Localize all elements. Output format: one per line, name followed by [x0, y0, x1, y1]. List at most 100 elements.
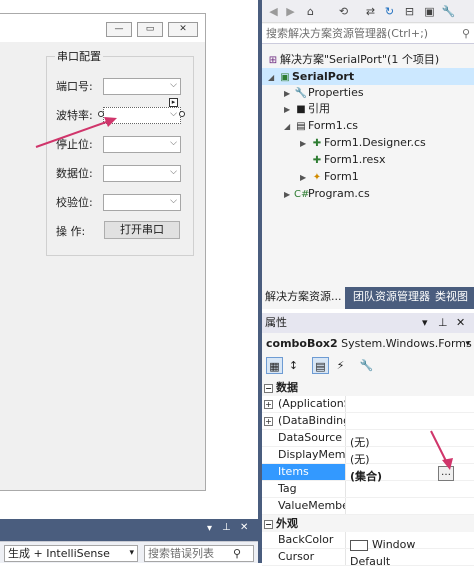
- solution-tabs: 解决方案资源... 团队资源管理器 类视图: [262, 287, 474, 309]
- properties-view-icon[interactable]: ▤: [312, 357, 329, 374]
- tree-item-label: Form1.cs: [308, 119, 358, 132]
- object-selector[interactable]: comboBox2 System.Windows.Forms ▾: [262, 334, 474, 354]
- categorized-icon[interactable]: ▦: [266, 357, 283, 374]
- annotation-arrow-left: [35, 117, 117, 148]
- resx-file-icon: ✚: [312, 155, 322, 166]
- property-name: BackColor: [262, 532, 346, 548]
- csharp-file-icon: ✚: [312, 138, 322, 149]
- property-name: Tag: [262, 481, 346, 497]
- tree-item-solution[interactable]: ⊞ 解决方案"SerialPort"(1 个项目): [262, 51, 474, 68]
- csharp-file-icon: C#: [294, 189, 310, 200]
- category-appearance[interactable]: − 外观: [262, 515, 474, 532]
- tree-item-program[interactable]: ▶ C#Program.cs: [262, 185, 474, 202]
- expand-icon[interactable]: +: [264, 417, 273, 426]
- tree-item-references[interactable]: ▶ ■ 引用: [262, 100, 474, 117]
- property-name: (DataBindings): [262, 413, 346, 429]
- dropdown-icon[interactable]: ▾: [422, 313, 428, 333]
- tree-item-properties[interactable]: ▶ 🔧Properties: [262, 84, 474, 101]
- property-name: (ApplicationSett: [262, 396, 346, 412]
- property-row[interactable]: ValueMember: [262, 498, 474, 515]
- tree-item-form1-class[interactable]: ▶ ✦ Form1: [262, 168, 474, 185]
- alphabetical-icon[interactable]: ↕: [285, 357, 302, 374]
- property-name: DataSource: [262, 430, 346, 446]
- property-name: Items: [262, 464, 346, 480]
- properties-title: 属性: [265, 316, 287, 329]
- collapsed-icon[interactable]: ▶: [284, 101, 294, 118]
- tree-item-label: 解决方案"SerialPort"(1 个项目): [280, 53, 440, 66]
- property-row[interactable]: BackColor Window: [262, 532, 474, 551]
- refresh-icon[interactable]: ↻: [382, 4, 397, 19]
- expanded-icon[interactable]: ◢: [284, 118, 294, 135]
- tree-item-label: Program.cs: [308, 187, 370, 200]
- annotation-arrow-right: [430, 430, 453, 470]
- events-icon[interactable]: ⚡: [332, 357, 349, 374]
- property-row[interactable]: Tag: [262, 481, 474, 498]
- class-icon: ✦: [312, 172, 322, 183]
- expand-icon[interactable]: +: [264, 400, 273, 409]
- property-pages-icon[interactable]: 🔧: [358, 357, 375, 374]
- properties-icon[interactable]: 🔧: [441, 4, 456, 19]
- tab-solution-explorer[interactable]: 解决方案资源...: [262, 287, 345, 309]
- sync-icon[interactable]: ⇄: [363, 4, 378, 19]
- tree-item-form1-designer[interactable]: ▶ ✚ Form1.Designer.cs: [262, 134, 474, 151]
- tab-team-explorer[interactable]: 团队资源管理器: [350, 287, 433, 309]
- tree-item-label: 引用: [308, 102, 330, 115]
- property-value[interactable]: Default: [346, 554, 390, 570]
- close-icon[interactable]: ✕: [240, 522, 248, 533]
- chevron-down-icon: ▾: [129, 548, 134, 558]
- tree-item-project[interactable]: ◢ ▣ SerialPort: [262, 68, 474, 85]
- tree-item-label: Form1.resx: [324, 153, 386, 166]
- tree-item-label: Form1.Designer.cs: [324, 136, 426, 149]
- show-all-files-icon[interactable]: ▣: [422, 4, 437, 19]
- form-icon: ▤: [296, 121, 306, 132]
- form-designer: — ▭ ✕ 串口配置 端口号: 波特率: 停止位: 数据位: 校验位: 操 作:…: [0, 0, 258, 518]
- error-list-search-input[interactable]: 搜索错误列表 ⚲: [144, 545, 254, 562]
- pin-icon[interactable]: ⊥: [222, 522, 231, 533]
- properties-panel: 属性 ▾ ⊥ ✕ comboBox2 System.Windows.Forms …: [262, 313, 474, 568]
- solution-explorer: ◀ ▶ ⌂ ⟲ ⇄ ↻ ⊟ ▣ 🔧 搜索解决方案资源管理器(Ctrl+;) ⚲ …: [262, 0, 474, 309]
- solution-search-input[interactable]: 搜索解决方案资源管理器(Ctrl+;) ⚲: [262, 24, 474, 44]
- open-port-button[interactable]: 打开串口: [104, 221, 180, 239]
- tree-item-form1[interactable]: ◢ ▤ Form1.cs: [262, 117, 474, 134]
- dropdown-icon[interactable]: ▾: [207, 523, 212, 534]
- pin-icon[interactable]: ⊥: [438, 313, 448, 333]
- home-icon[interactable]: ⌂: [303, 4, 318, 19]
- tree-item-form1-resx[interactable]: ✚ Form1.resx: [262, 151, 474, 168]
- chevron-down-icon: ▾: [465, 339, 470, 349]
- solution-icon: ⊞: [268, 55, 278, 66]
- properties-toolbar: ▦ ↕ ▤ ⚡ 🔧: [262, 354, 474, 376]
- tree-item-label: Properties: [308, 86, 364, 99]
- category-label: 外观: [276, 517, 298, 530]
- search-icon[interactable]: ⚲: [462, 24, 470, 43]
- property-row[interactable]: + (ApplicationSett: [262, 396, 474, 413]
- close-icon[interactable]: ✕: [456, 313, 465, 333]
- object-name: comboBox2: [266, 337, 338, 350]
- collapse-icon[interactable]: −: [264, 384, 273, 393]
- collapse-all-icon[interactable]: ⊟: [402, 4, 417, 19]
- search-icon[interactable]: ⚲: [233, 546, 241, 561]
- property-name: DisplayMember: [262, 447, 346, 463]
- references-icon: ■: [296, 104, 306, 115]
- property-row[interactable]: Cursor Default: [262, 549, 474, 568]
- category-data[interactable]: − 数据: [262, 379, 474, 396]
- error-list-header: ▾ ⊥ ✕: [0, 519, 258, 541]
- forward-icon[interactable]: ▶: [283, 4, 298, 19]
- error-list-toolbar: 生成 + IntelliSense ▾ 搜索错误列表 ⚲: [0, 541, 258, 563]
- tree-item-label: Form1: [324, 170, 359, 183]
- tab-class-view[interactable]: 类视图: [432, 287, 471, 309]
- collapsed-icon[interactable]: ▶: [300, 169, 310, 186]
- history-icon[interactable]: ⟲: [336, 4, 351, 19]
- error-search-placeholder: 搜索错误列表: [148, 547, 214, 560]
- build-filter-combobox[interactable]: 生成 + IntelliSense ▾: [4, 545, 138, 562]
- property-name: ValueMember: [262, 498, 346, 514]
- solution-search-placeholder: 搜索解决方案资源管理器(Ctrl+;): [266, 27, 429, 40]
- collapsed-icon[interactable]: ▶: [284, 186, 294, 203]
- build-filter-value: 生成 + IntelliSense: [8, 547, 110, 560]
- category-label: 数据: [276, 381, 298, 394]
- collapse-icon[interactable]: −: [264, 520, 273, 529]
- collapsed-icon[interactable]: ▶: [300, 135, 310, 152]
- back-icon[interactable]: ◀: [266, 4, 281, 19]
- action-label: 操 作:: [56, 225, 86, 238]
- object-type: System.Windows.Forms: [341, 337, 472, 350]
- solution-explorer-toolbar: ◀ ▶ ⌂ ⟲ ⇄ ↻ ⊟ ▣ 🔧: [262, 0, 474, 23]
